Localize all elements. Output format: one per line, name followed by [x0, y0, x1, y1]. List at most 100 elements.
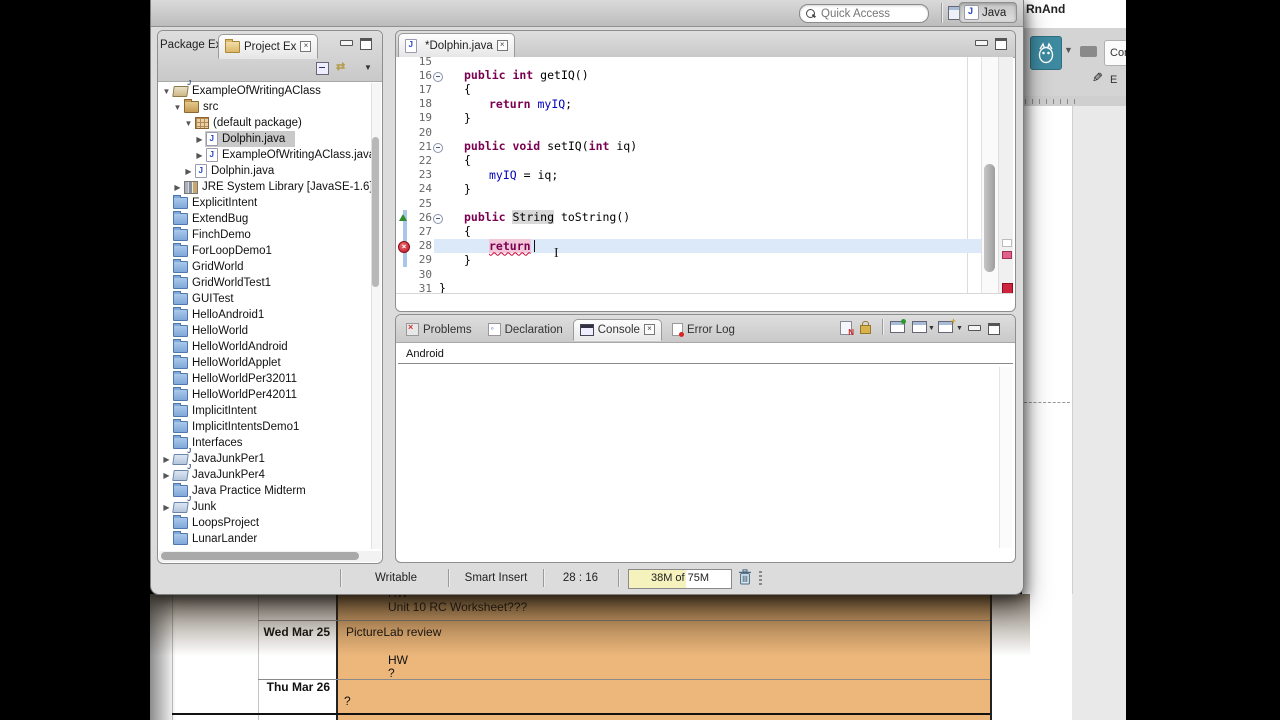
- tab-dolphin-java[interactable]: *Dolphin.java ×: [398, 33, 515, 58]
- tree-item-gridworldtest1[interactable]: GridWorldTest1: [158, 275, 371, 291]
- tree-item-guitest[interactable]: GUITest: [158, 291, 371, 307]
- overview-marker[interactable]: [1002, 239, 1012, 247]
- code-line-28[interactable]: × 28 return: [398, 238, 998, 253]
- open-console-icon[interactable]: [938, 316, 956, 333]
- tab-console[interactable]: Console ×: [572, 318, 662, 341]
- tree-item-gridworld[interactable]: GridWorld: [158, 259, 371, 275]
- quick-access-input[interactable]: [819, 6, 915, 21]
- view-menu-icon[interactable]: ▼: [364, 63, 372, 72]
- tree-item--default-package-[interactable]: ▼ (default package): [158, 115, 371, 131]
- minimize-view-icon[interactable]: [340, 40, 353, 46]
- fold-collapse-icon[interactable]: [433, 71, 443, 82]
- collapsed-arrow-icon[interactable]: ▶: [161, 455, 172, 464]
- maximize-view-icon[interactable]: [988, 323, 1000, 335]
- code-line-25[interactable]: 25: [398, 196, 998, 210]
- edit-pencil-icon[interactable]: ✎: [1092, 70, 1103, 86]
- avatar-dropdown-caret-icon[interactable]: ▼: [1064, 45, 1073, 55]
- tree-item-loopsproject[interactable]: LoopsProject: [158, 515, 371, 531]
- dropdown-caret-icon[interactable]: ▼: [928, 325, 935, 332]
- code-line-15[interactable]: 15: [398, 57, 998, 68]
- java-perspective-button[interactable]: Java: [959, 2, 1017, 23]
- tree-item-helloworldper42011[interactable]: HelloWorldPer42011: [158, 387, 371, 403]
- code-line-26[interactable]: 26 public String toString(): [398, 210, 998, 225]
- code-line-31[interactable]: 31}: [398, 281, 998, 293]
- link-with-editor-icon[interactable]: ⇄: [336, 60, 345, 73]
- collapsed-arrow-icon[interactable]: ▶: [161, 503, 172, 512]
- tree-item-forloopdemo1[interactable]: ForLoopDemo1: [158, 243, 371, 259]
- collapsed-arrow-icon[interactable]: ▶: [172, 183, 183, 192]
- code-line-20[interactable]: 20: [398, 125, 998, 139]
- code-line-29[interactable]: 29}: [398, 252, 998, 267]
- tree-item-helloworldandroid[interactable]: HelloWorldAndroid: [158, 339, 371, 355]
- tree-item-explicitintent[interactable]: ExplicitIntent: [158, 195, 371, 211]
- tab-problems[interactable]: Problems: [400, 319, 478, 340]
- tree-item-dolphin-java[interactable]: ▶ Dolphin.java: [158, 131, 371, 147]
- explorer-horizontal-scrollbar[interactable]: [159, 551, 381, 562]
- scrollbar-thumb[interactable]: [984, 164, 995, 272]
- tab-project-explorer[interactable]: Project Ex ×: [218, 34, 319, 59]
- tree-item-lunarlander[interactable]: LunarLander: [158, 531, 371, 547]
- collapsed-arrow-icon[interactable]: ▶: [194, 151, 205, 160]
- collapsed-arrow-icon[interactable]: ▶: [161, 471, 172, 480]
- expanded-arrow-icon[interactable]: ▼: [172, 103, 183, 112]
- run-garbage-collector-icon[interactable]: [738, 569, 752, 588]
- dropdown-caret-icon[interactable]: ▼: [956, 325, 963, 332]
- collapsed-arrow-icon[interactable]: ▶: [194, 135, 205, 144]
- maximize-view-icon[interactable]: [995, 38, 1007, 50]
- tree-item-javajunkper4[interactable]: ▶ JavaJunkPer4: [158, 467, 371, 483]
- editor-vertical-scrollbar[interactable]: [981, 57, 998, 293]
- code-line-17[interactable]: 17 {: [398, 82, 998, 96]
- tree-item-helloandroid1[interactable]: HelloAndroid1: [158, 307, 371, 323]
- quick-access-box[interactable]: [799, 4, 929, 23]
- code-line-18[interactable]: 18 return myIQ;: [398, 97, 998, 111]
- overview-error-marker[interactable]: [1002, 251, 1012, 259]
- tree-item-helloworldper32011[interactable]: HelloWorldPer32011: [158, 371, 371, 387]
- explorer-vertical-scrollbar[interactable]: [371, 83, 381, 549]
- code-line-16[interactable]: 16 public int getIQ(): [398, 68, 998, 82]
- maximize-view-icon[interactable]: [360, 38, 372, 50]
- scrollbar-thumb[interactable]: [372, 137, 379, 287]
- code-line-24[interactable]: 24}: [398, 182, 998, 196]
- tree-item-junk[interactable]: ▶ Junk: [158, 499, 371, 515]
- overview-error-square[interactable]: [1002, 283, 1013, 293]
- overview-ruler[interactable]: [998, 57, 1013, 293]
- close-icon[interactable]: ×: [643, 324, 655, 335]
- edit-button-label[interactable]: E: [1110, 74, 1117, 86]
- error-marker-icon[interactable]: ×: [398, 240, 410, 253]
- close-icon[interactable]: ×: [300, 41, 312, 52]
- tab-package-explorer[interactable]: Package Ex: [160, 39, 221, 51]
- close-icon[interactable]: ×: [496, 40, 508, 51]
- minimize-view-icon[interactable]: [975, 40, 988, 46]
- collapsed-arrow-icon[interactable]: ▶: [183, 167, 194, 176]
- pin-console-icon[interactable]: [890, 319, 906, 333]
- tree-item-jre-system-library-javase-1-6-[interactable]: ▶ JRE System Library [JavaSE-1.6]: [158, 179, 373, 195]
- expanded-arrow-icon[interactable]: ▼: [161, 87, 172, 96]
- tree-item-implicitintent[interactable]: ImplicitIntent: [158, 403, 371, 419]
- scrollbar-thumb[interactable]: [161, 552, 359, 560]
- scroll-lock-icon[interactable]: [860, 321, 871, 334]
- code-line-21[interactable]: 21 public void setIQ(int iq): [398, 139, 998, 153]
- console-scrollbar[interactable]: [999, 367, 1012, 548]
- tree-item-exampleofwritingaclass[interactable]: ▼ ExampleOfWritingAClass: [158, 83, 371, 99]
- editor-horizontal-scroll-area[interactable]: [396, 293, 1013, 311]
- tree-item-finchdemo[interactable]: FinchDemo: [158, 227, 371, 243]
- tree-item-dolphin-java[interactable]: ▶ Dolphin.java: [158, 163, 371, 179]
- tree-item-src[interactable]: ▼ src: [158, 99, 371, 115]
- fold-collapse-icon[interactable]: [433, 142, 443, 153]
- code-editor[interactable]: 15 16 public int getIQ() 17{18 return myIQ; 1…: [396, 57, 1013, 293]
- tab-error-log[interactable]: Error Log: [666, 319, 741, 340]
- minimize-view-icon[interactable]: [968, 325, 981, 331]
- expanded-arrow-icon[interactable]: ▼: [183, 119, 194, 128]
- code-line-27[interactable]: 27 {: [398, 224, 998, 239]
- clear-console-icon[interactable]: [840, 321, 854, 337]
- tree-item-helloworld[interactable]: HelloWorld: [158, 323, 371, 339]
- code-line-22[interactable]: 22 {: [398, 153, 998, 167]
- code-line-23[interactable]: 23 myIQ = iq;: [398, 168, 998, 182]
- tree-item-exampleofwritingaclass-java[interactable]: ▶ ExampleOfWritingAClass.java: [158, 147, 375, 163]
- comment-button[interactable]: Com: [1104, 40, 1126, 66]
- tree-item-helloworldapplet[interactable]: HelloWorldApplet: [158, 355, 371, 371]
- comment-bubble-icon[interactable]: [1080, 46, 1097, 57]
- avatar[interactable]: [1030, 36, 1062, 70]
- tree-item-implicitintentsdemo1[interactable]: ImplicitIntentsDemo1: [158, 419, 371, 435]
- code-line-30[interactable]: 30: [398, 267, 998, 281]
